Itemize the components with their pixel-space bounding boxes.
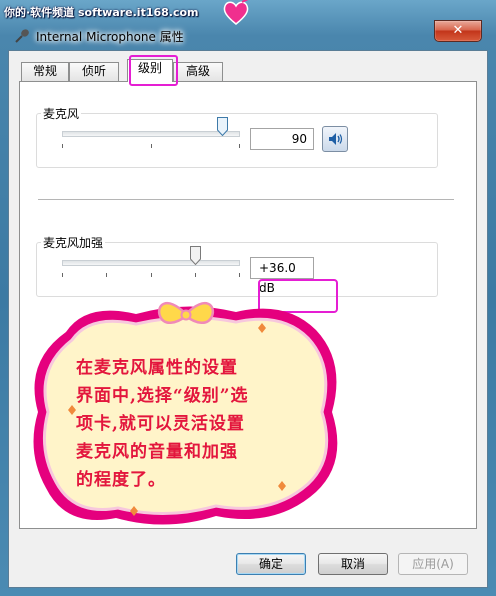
apply-button[interactable]: 应用(A)	[398, 553, 468, 575]
callout-line: 在麦克风属性的设置	[76, 358, 238, 378]
callout-line: 项卡,就可以灵活设置	[76, 414, 245, 434]
callout-line: 界面中,选择“级别”选	[76, 386, 249, 406]
window-title: Internal Microphone 属性	[36, 30, 184, 44]
boost-slider[interactable]	[62, 257, 240, 277]
watermark: 你的·软件频道 software.it168.com	[4, 0, 249, 25]
slider-tick	[106, 273, 107, 277]
tab-general[interactable]: 常规	[21, 62, 69, 81]
tab-advanced[interactable]: 高级	[173, 62, 223, 81]
boost-label: 麦克风加强	[41, 234, 106, 251]
slider-tick	[151, 273, 152, 277]
mute-button[interactable]	[322, 126, 348, 152]
tab-highlight-box	[129, 55, 178, 86]
slider-tick	[151, 144, 152, 148]
boost-value[interactable]: +36.0 dB	[250, 257, 314, 295]
annotation-callout: 在麦克风属性的设置 界面中,选择“级别”选 项卡,就可以灵活设置 麦克风的音量和…	[26, 292, 350, 532]
cancel-button[interactable]: 取消	[318, 553, 388, 575]
microphone-slider-thumb[interactable]	[216, 117, 228, 136]
microphone-value[interactable]: 90	[250, 128, 314, 150]
slider-tick	[62, 273, 63, 277]
slider-tick	[239, 144, 240, 148]
microphone-slider[interactable]	[62, 128, 240, 148]
boost-group: 麦克风加强 +36.0 dB	[36, 234, 438, 297]
tab-listen[interactable]: 侦听	[69, 62, 119, 81]
callout-text: 在麦克风属性的设置 界面中,选择“级别”选 项卡,就可以灵活设置 麦克风的音量和…	[76, 354, 326, 494]
boost-slider-thumb[interactable]	[190, 246, 201, 265]
slider-tick	[62, 144, 63, 148]
speaker-icon	[329, 133, 343, 145]
slider-tick	[195, 273, 196, 277]
callout-line: 的程度了。	[76, 470, 166, 490]
microphone-icon	[15, 29, 29, 43]
slider-track	[62, 131, 240, 137]
close-button[interactable]: ✕	[434, 20, 482, 42]
ok-button[interactable]: 确定	[236, 553, 306, 575]
watermark-text: 你的·软件频道 software.it168.com	[4, 6, 199, 19]
callout-line: 麦克风的音量和加强	[76, 442, 238, 462]
slider-tick	[239, 273, 240, 277]
microphone-label: 麦克风	[41, 105, 82, 122]
title-bar[interactable]: Internal Microphone 属性 ✕	[8, 20, 488, 50]
slider-track	[62, 260, 240, 266]
section-divider	[38, 199, 454, 200]
microphone-group: 麦克风 90	[36, 105, 438, 168]
